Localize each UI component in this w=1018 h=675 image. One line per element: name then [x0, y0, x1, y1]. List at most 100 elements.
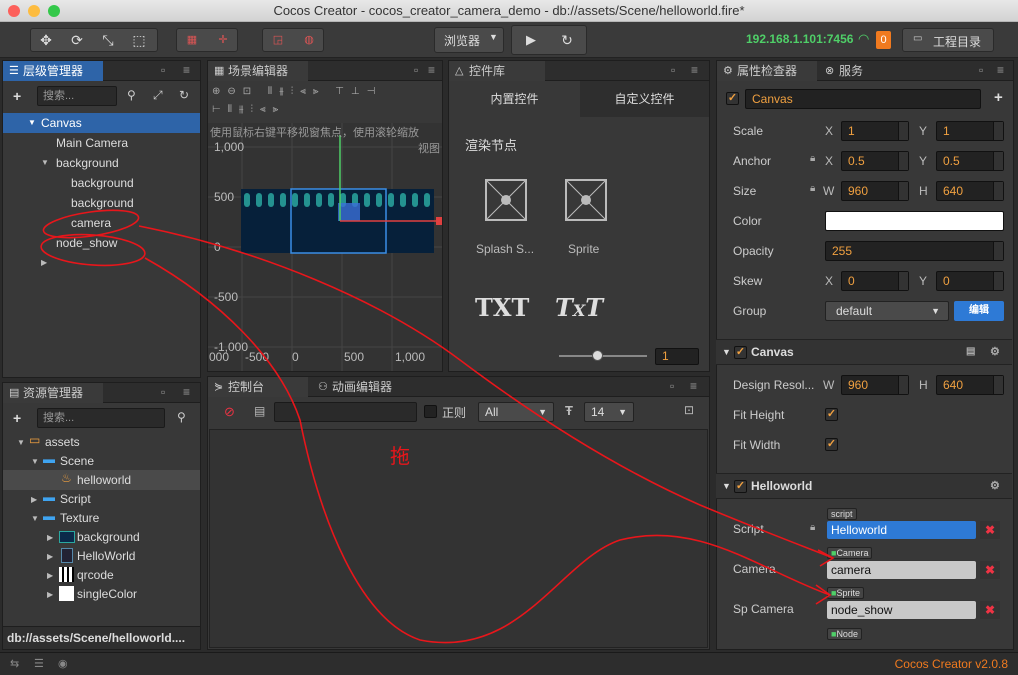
script-reference[interactable]: Helloworld	[827, 521, 976, 539]
menu-icon[interactable]: ≡	[183, 385, 190, 399]
minimize-window-button[interactable]	[28, 5, 40, 17]
open-log-icon[interactable]: ▤	[254, 404, 265, 418]
refresh-icon[interactable]: ↻	[179, 88, 189, 102]
tab-inspector[interactable]: ⚙ 属性检查器	[717, 61, 817, 81]
zoom-slider[interactable]	[559, 355, 647, 357]
canvas-component-header[interactable]: ▼ ✓ Canvas ▤ ⚙	[716, 339, 1012, 365]
label-widget-icon[interactable]: TXT	[475, 293, 529, 322]
tree-item-single-color[interactable]: singleColor	[77, 584, 137, 604]
scale-x-input[interactable]: 1	[841, 121, 909, 141]
skew-x-input[interactable]: 0	[841, 271, 909, 291]
camera-reference[interactable]: camera	[827, 561, 976, 579]
refresh-icon[interactable]: ↻	[552, 29, 582, 51]
regex-checkbox[interactable]	[424, 405, 437, 418]
console-output[interactable]	[209, 429, 708, 648]
tab-services[interactable]: ⊗ 服务	[819, 61, 915, 81]
log-level-select[interactable]: All ▼	[478, 402, 554, 422]
move-tool-icon[interactable]: ✥	[31, 29, 61, 51]
color-swatch[interactable]	[825, 211, 1004, 231]
tree-item-helloworld-scene[interactable]: helloworld	[77, 470, 131, 490]
popout-icon[interactable]: ▫	[414, 63, 418, 77]
menu-icon[interactable]: ≡	[997, 63, 1004, 77]
gear-icon[interactable]: ⚙	[990, 474, 1000, 498]
expand-icon[interactable]: ▶	[41, 258, 47, 267]
tab-console[interactable]: ⋟ 控制台	[208, 377, 308, 397]
size-w-input[interactable]: 960	[841, 181, 909, 201]
tab-assets[interactable]: ▤ 资源管理器	[3, 383, 103, 403]
tree-item-texture-folder[interactable]: Texture	[60, 508, 99, 528]
menu-icon[interactable]: ≡	[691, 63, 698, 77]
eye-icon[interactable]: ◉	[58, 657, 68, 670]
remove-sp-camera-icon[interactable]: ✖	[980, 601, 1000, 619]
expand-icon[interactable]: ▶	[31, 495, 37, 504]
remove-script-icon[interactable]: ✖	[980, 521, 1000, 539]
lock-icon[interactable]: 🔒︎	[810, 153, 815, 164]
assets-search-input[interactable]: 搜索...	[37, 408, 165, 428]
node-name-input[interactable]: Canvas	[745, 89, 981, 109]
scale-y-input[interactable]: 1	[936, 121, 1004, 141]
popout-icon[interactable]: ▫	[161, 385, 165, 399]
menu-icon[interactable]: ≡	[183, 63, 190, 77]
design-h-input[interactable]: 640	[936, 375, 1004, 395]
tree-item-assets[interactable]: assets	[45, 432, 80, 452]
component-enabled-checkbox[interactable]: ✓	[734, 346, 747, 359]
pivot-icon[interactable]: ▦	[177, 29, 207, 51]
node-active-checkbox[interactable]: ✓	[726, 92, 739, 105]
helloworld-component-header[interactable]: ▼ ✓ Helloworld ⚙	[716, 473, 1012, 499]
opacity-input[interactable]: 255	[825, 241, 1004, 261]
fit-height-checkbox[interactable]: ✓	[825, 408, 838, 421]
tab-builtin-widgets[interactable]: 内置控件	[449, 81, 580, 117]
tree-item-background[interactable]: background	[56, 153, 119, 173]
clear-console-icon[interactable]: ⊘	[224, 404, 235, 420]
richtext-widget-icon[interactable]: TXT	[555, 293, 603, 322]
expand-icon[interactable]: ▶	[47, 533, 53, 542]
snap-rect-icon[interactable]: ◲	[263, 29, 293, 51]
browser-select[interactable]: 浏览器 ▼	[434, 27, 504, 53]
size-h-input[interactable]: 640	[936, 181, 1004, 201]
sprite-icon[interactable]	[565, 179, 607, 221]
skew-y-input[interactable]: 0	[936, 271, 1004, 291]
tree-item-background-texture[interactable]: background	[77, 527, 140, 547]
expand-icon[interactable]: ▶	[47, 571, 53, 580]
tree-item-script-folder[interactable]: Script	[60, 489, 91, 509]
zoom-window-button[interactable]	[48, 5, 60, 17]
font-size-select[interactable]: 14 ▼	[584, 402, 634, 422]
menu-icon[interactable]: ≡	[428, 63, 435, 77]
expand-icon[interactable]: ▶	[47, 552, 53, 561]
project-folder-button[interactable]: ▭ 工程目录	[902, 28, 994, 52]
tree-item-qrcode[interactable]: qrcode	[77, 565, 114, 585]
popout-icon[interactable]: ▫	[670, 379, 674, 393]
zoom-slider-handle[interactable]	[592, 350, 603, 361]
sp-camera-reference[interactable]: node_show	[827, 601, 976, 619]
add-node-icon[interactable]: +	[13, 88, 21, 104]
tree-item-scene-folder[interactable]: Scene	[60, 451, 94, 471]
add-component-icon[interactable]: +	[994, 89, 1003, 106]
tree-item-node-show[interactable]: node_show	[56, 233, 117, 253]
collapse-icon[interactable]: ▼	[17, 438, 25, 447]
scale-tool-icon[interactable]: ⤡	[93, 29, 123, 51]
rect-tool-icon[interactable]: ⬚	[124, 29, 154, 51]
gear-icon[interactable]: ⚙	[990, 340, 1000, 364]
edit-group-button[interactable]: 编辑	[954, 301, 1004, 321]
tree-item-helloworld-texture[interactable]: HelloWorld	[77, 546, 135, 566]
component-enabled-checkbox[interactable]: ✓	[734, 480, 747, 493]
close-window-button[interactable]	[8, 5, 20, 17]
tree-item-background-child[interactable]: background	[71, 173, 134, 193]
tab-scene-editor[interactable]: ▦ 场景编辑器	[208, 61, 308, 81]
popout-icon[interactable]: ▫	[671, 63, 675, 77]
tree-item-camera[interactable]: camera	[71, 213, 111, 233]
collapse-icon[interactable]: ▼	[31, 457, 39, 466]
popout-icon[interactable]: ▫	[979, 63, 983, 77]
doc-icon[interactable]: ▤	[966, 340, 975, 364]
design-w-input[interactable]: 960	[841, 375, 909, 395]
splash-sprite-icon[interactable]	[485, 179, 527, 221]
tab-custom-widgets[interactable]: 自定义控件	[580, 81, 709, 117]
snap-grid-icon[interactable]: ◍	[294, 29, 324, 51]
menu-icon[interactable]: ≡	[690, 379, 697, 393]
align-toolbar[interactable]: ⊕⊖⊡ ⫴⫵⫶⫷⫸ ⊤⊥⊣ ⊢⫴⫵⫶⫷⫸	[212, 83, 442, 121]
expand-icon[interactable]: ⤢	[153, 88, 163, 103]
hierarchy-search-input[interactable]: 搜索...	[37, 86, 117, 106]
database-icon[interactable]: ☰	[34, 657, 44, 670]
sync-icon[interactable]: ⇆	[10, 657, 19, 670]
expand-icon[interactable]: ▶	[47, 590, 53, 599]
